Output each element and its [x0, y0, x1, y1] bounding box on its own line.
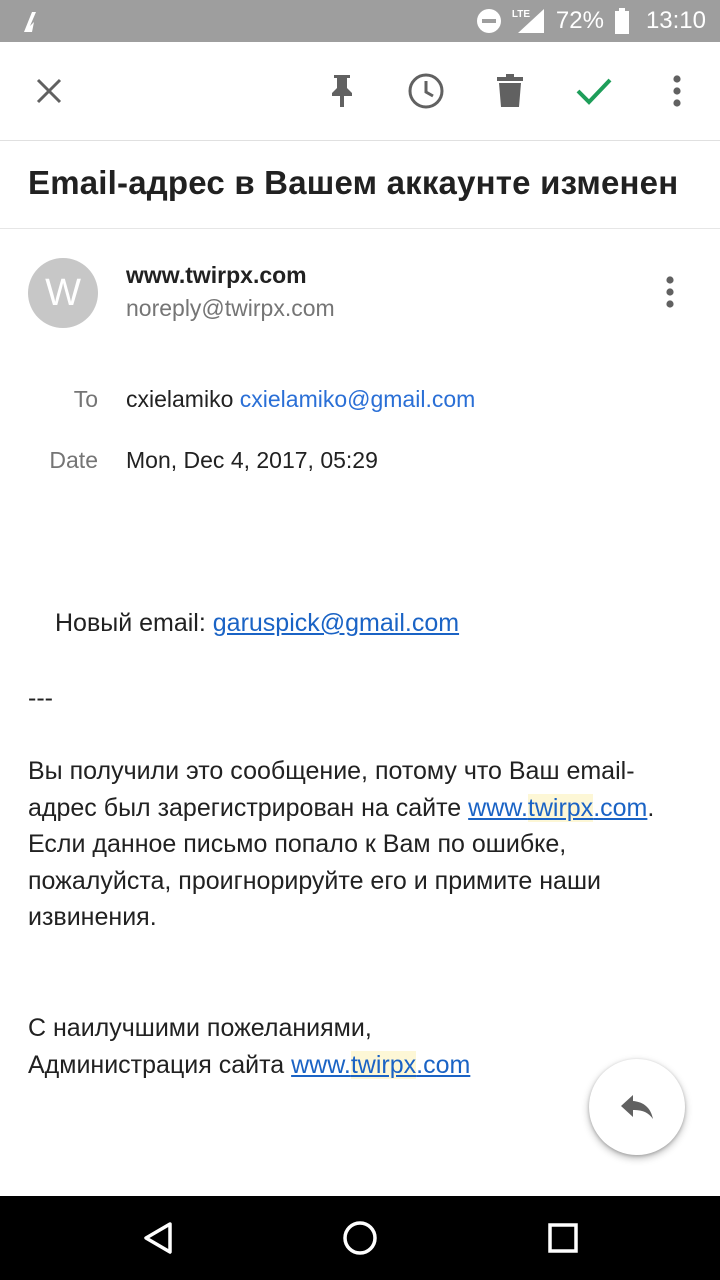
email-subject: Email-адрес в Вашем аккаунте изменен: [28, 164, 679, 201]
snooze-clock-icon: [408, 73, 444, 109]
toolbar: [0, 42, 720, 141]
network-type: LTE: [511, 9, 531, 20]
message-more-button[interactable]: [648, 270, 692, 314]
to-name: cxielamiko: [126, 386, 234, 412]
status-bar: LTE 72% 13:10: [0, 0, 720, 42]
to-recipient: cxielamiko cxielamiko@gmail.com: [126, 386, 475, 413]
more-vert-icon: [673, 75, 681, 107]
subject-divider: [0, 228, 720, 229]
delete-button[interactable]: [485, 66, 535, 116]
done-check-icon: [576, 78, 612, 105]
link-part: .com: [416, 1050, 471, 1079]
toolbar-more-button[interactable]: [652, 66, 702, 116]
date-value: Mon, Dec 4, 2017, 05:29: [126, 447, 378, 473]
closing-block: С наилучшими пожеланиями, Администрация …: [28, 1010, 698, 1083]
nav-home-button[interactable]: [336, 1214, 384, 1262]
new-email-label: Новый email:: [55, 609, 213, 637]
para2-text: Если данное письмо попало к Вам по ошибк…: [28, 830, 601, 931]
snooze-button[interactable]: [401, 66, 451, 116]
body-paragraph-1: Вы получили это сообщение, потому что Ва…: [28, 753, 698, 936]
battery-icon: [614, 7, 630, 35]
close-icon: [36, 78, 62, 104]
sender-avatar[interactable]: W: [28, 258, 98, 328]
to-address-link[interactable]: cxielamiko@gmail.com: [240, 386, 476, 412]
reply-button[interactable]: [589, 1059, 685, 1155]
link-part: www.: [468, 793, 528, 822]
clock-time: 13:10: [645, 7, 706, 34]
mark-done-button[interactable]: [569, 66, 619, 116]
home-icon: [343, 1221, 377, 1255]
more-vert-icon: [666, 276, 674, 308]
new-email-line: Новый email: garuspick@gmail.com: [55, 605, 720, 642]
delete-icon: [497, 74, 523, 107]
link-part: www.: [291, 1050, 351, 1079]
closing-line-1: С наилучшими пожеланиями,: [28, 1014, 372, 1042]
link-part-highlight: twirpx: [527, 793, 594, 822]
pin-icon: [332, 75, 352, 107]
separator-text: ---: [28, 684, 53, 712]
date-label: Date: [49, 447, 98, 473]
back-icon: [144, 1222, 172, 1254]
reply-icon: [621, 1095, 653, 1119]
recents-icon: [548, 1223, 578, 1253]
nav-back-button[interactable]: [134, 1214, 182, 1262]
close-button[interactable]: [24, 66, 74, 116]
lte-signal-icon: LTE: [512, 7, 546, 35]
battery-percent: 72%: [555, 7, 604, 34]
navigation-bar: [0, 1196, 720, 1280]
twirpx-link[interactable]: www.twirpx.com: [468, 793, 648, 822]
app-notification-icon: [20, 8, 44, 34]
pin-button[interactable]: [317, 66, 367, 116]
sender-name: www.twirpx.com: [126, 262, 307, 288]
twirpx-closing-link[interactable]: www.twirpx.com: [291, 1050, 471, 1079]
closing-line-2: Администрация сайта: [28, 1050, 292, 1079]
sender-address: noreply@twirpx.com: [126, 295, 335, 321]
link-part-highlight: twirpx: [350, 1050, 417, 1079]
do-not-disturb-icon: [476, 8, 502, 34]
para1-end: .: [647, 793, 655, 822]
link-part: .com: [593, 793, 648, 822]
new-email-link[interactable]: garuspick@gmail.com: [213, 609, 459, 637]
to-label: To: [73, 386, 98, 412]
nav-recents-button[interactable]: [539, 1214, 587, 1262]
